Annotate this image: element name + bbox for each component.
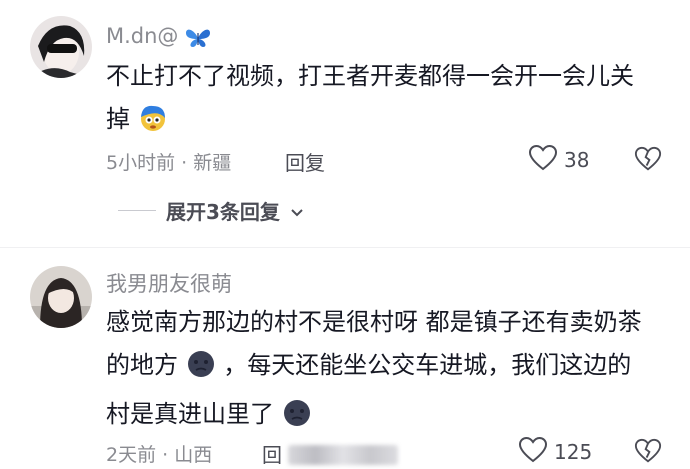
comment-username[interactable]: M.dn@ xyxy=(106,24,211,54)
butterfly-icon xyxy=(185,27,211,54)
like-button[interactable]: 125 xyxy=(518,436,592,468)
expand-line xyxy=(118,210,156,211)
dislike-button[interactable] xyxy=(634,437,662,469)
comment-text: 感觉南方那边的村不是很村呀 都是镇子还有卖奶茶的地方 ，每天还能坐公交车进城，我… xyxy=(106,301,651,442)
comment-meta: 2天前 · 山西 xyxy=(106,440,212,467)
comment-location: 新疆 xyxy=(193,152,232,174)
moon-face-emoji-icon xyxy=(186,349,216,393)
comment-text: 不止打不了视频，打王者开麦都得一会开一会儿关掉 xyxy=(106,55,651,147)
meta-separator: · xyxy=(181,152,188,174)
comment-location: 山西 xyxy=(174,444,213,466)
moon-face-emoji-icon xyxy=(282,398,312,442)
username-text: M.dn@ xyxy=(106,24,179,48)
comment-username[interactable]: 我男朋友很萌 xyxy=(106,268,232,298)
chevron-down-icon xyxy=(290,199,304,223)
reply-label: 回 xyxy=(262,443,282,467)
comment-text-content: 不止打不了视频，打王者开麦都得一会开一会儿关掉 xyxy=(106,62,634,133)
avatar[interactable] xyxy=(30,266,92,328)
heart-icon xyxy=(518,436,548,468)
dislike-button[interactable] xyxy=(634,145,662,177)
comment-time: 5小时前 xyxy=(106,152,176,174)
comment-time: 2天前 xyxy=(106,444,157,466)
expand-replies-button[interactable]: 展开3条回复 xyxy=(118,196,304,225)
username-text: 我男朋友很萌 xyxy=(106,272,232,296)
heart-icon xyxy=(528,144,558,176)
avatar[interactable] xyxy=(30,16,92,78)
comment-meta: 5小时前 · 新疆 xyxy=(106,148,231,175)
blue-face-emoji-icon xyxy=(138,103,168,147)
like-count: 38 xyxy=(564,148,590,172)
reply-button[interactable]: 回复 xyxy=(285,147,325,176)
reply-button[interactable]: 回 xyxy=(262,439,399,468)
expand-label: 展开3条回复 xyxy=(166,200,280,224)
meta-separator: · xyxy=(162,444,169,466)
like-button[interactable]: 38 xyxy=(528,144,589,176)
comment-divider xyxy=(0,247,690,248)
blurred-region xyxy=(288,445,399,465)
like-count: 125 xyxy=(554,440,593,464)
